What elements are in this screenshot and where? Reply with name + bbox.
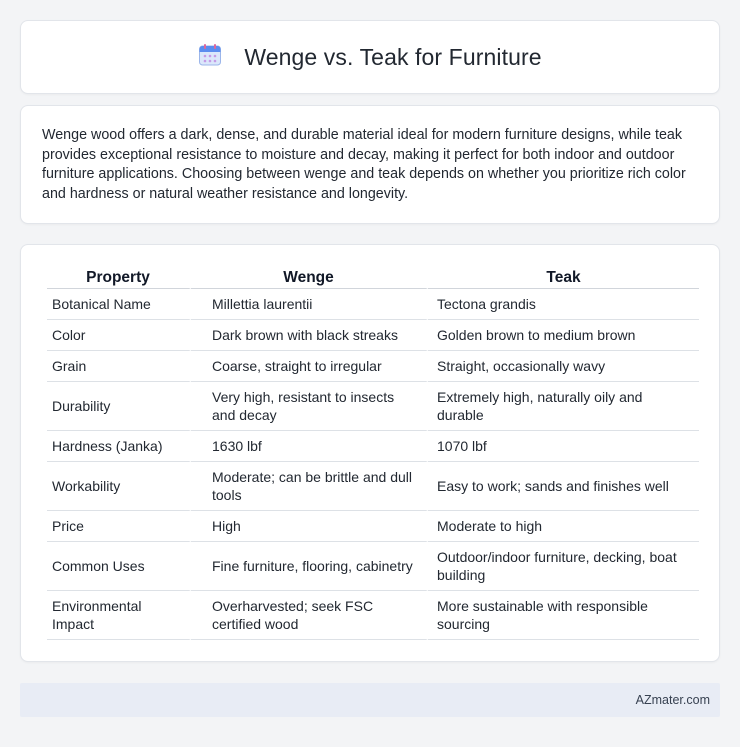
teak-cell: More sustainable with responsible sourci… bbox=[428, 591, 699, 640]
table-row: Botanical Name Millettia laurentii Tecto… bbox=[47, 289, 699, 320]
table-row: Durability Very high, resistant to insec… bbox=[47, 382, 699, 431]
comparison-table: Property Wenge Teak Botanical Name Mille… bbox=[47, 265, 699, 640]
teak-cell: Straight, occasionally wavy bbox=[428, 351, 699, 382]
teak-cell: Extremely high, naturally oily and durab… bbox=[428, 382, 699, 431]
property-cell: Grain bbox=[47, 351, 191, 382]
teak-cell: Golden brown to medium brown bbox=[428, 320, 699, 351]
teak-cell: Easy to work; sands and finishes well bbox=[428, 462, 699, 511]
property-cell: Botanical Name bbox=[47, 289, 191, 320]
calendar-icon bbox=[198, 43, 222, 72]
table-row: Grain Coarse, straight to irregular Stra… bbox=[47, 351, 699, 382]
table-row: Price High Moderate to high bbox=[47, 511, 699, 542]
wenge-cell: Fine furniture, flooring, cabinetry bbox=[191, 542, 428, 591]
table-card: Property Wenge Teak Botanical Name Mille… bbox=[20, 244, 720, 662]
table-row: Hardness (Janka) 1630 lbf 1070 lbf bbox=[47, 431, 699, 462]
page-title: Wenge vs. Teak for Furniture bbox=[244, 43, 542, 70]
teak-cell: Moderate to high bbox=[428, 511, 699, 542]
wenge-cell: Dark brown with black streaks bbox=[191, 320, 428, 351]
teak-cell: Tectona grandis bbox=[428, 289, 699, 320]
table-header-row: Property Wenge Teak bbox=[47, 265, 699, 289]
table-row: Workability Moderate; can be brittle and… bbox=[47, 462, 699, 511]
wenge-cell: High bbox=[191, 511, 428, 542]
title-wrap: Wenge vs. Teak for Furniture bbox=[198, 43, 542, 72]
wenge-cell: 1630 lbf bbox=[191, 431, 428, 462]
title-card: Wenge vs. Teak for Furniture bbox=[20, 20, 720, 94]
property-cell: Hardness (Janka) bbox=[47, 431, 191, 462]
wenge-cell: Very high, resistant to insects and deca… bbox=[191, 382, 428, 431]
wenge-cell: Coarse, straight to irregular bbox=[191, 351, 428, 382]
table-row: Color Dark brown with black streaks Gold… bbox=[47, 320, 699, 351]
footer-bar: AZmater.com bbox=[20, 683, 720, 717]
wenge-cell: Moderate; can be brittle and dull tools bbox=[191, 462, 428, 511]
property-cell: Price bbox=[47, 511, 191, 542]
property-cell: Durability bbox=[47, 382, 191, 431]
property-cell: Workability bbox=[47, 462, 191, 511]
table-row: Environmental Impact Overharvested; seek… bbox=[47, 591, 699, 640]
teak-cell: Outdoor/indoor furniture, decking, boat … bbox=[428, 542, 699, 591]
wenge-cell: Overharvested; seek FSC certified wood bbox=[191, 591, 428, 640]
wenge-cell: Millettia laurentii bbox=[191, 289, 428, 320]
table-row: Common Uses Fine furniture, flooring, ca… bbox=[47, 542, 699, 591]
intro-card: Wenge wood offers a dark, dense, and dur… bbox=[20, 105, 720, 224]
column-header-property: Property bbox=[47, 265, 191, 289]
property-cell: Color bbox=[47, 320, 191, 351]
teak-cell: 1070 lbf bbox=[428, 431, 699, 462]
property-cell: Common Uses bbox=[47, 542, 191, 591]
column-header-wenge: Wenge bbox=[191, 265, 428, 289]
property-cell: Environmental Impact bbox=[47, 591, 191, 640]
intro-text: Wenge wood offers a dark, dense, and dur… bbox=[42, 127, 686, 202]
footer-brand: AZmater.com bbox=[635, 693, 710, 707]
column-header-teak: Teak bbox=[428, 265, 699, 289]
